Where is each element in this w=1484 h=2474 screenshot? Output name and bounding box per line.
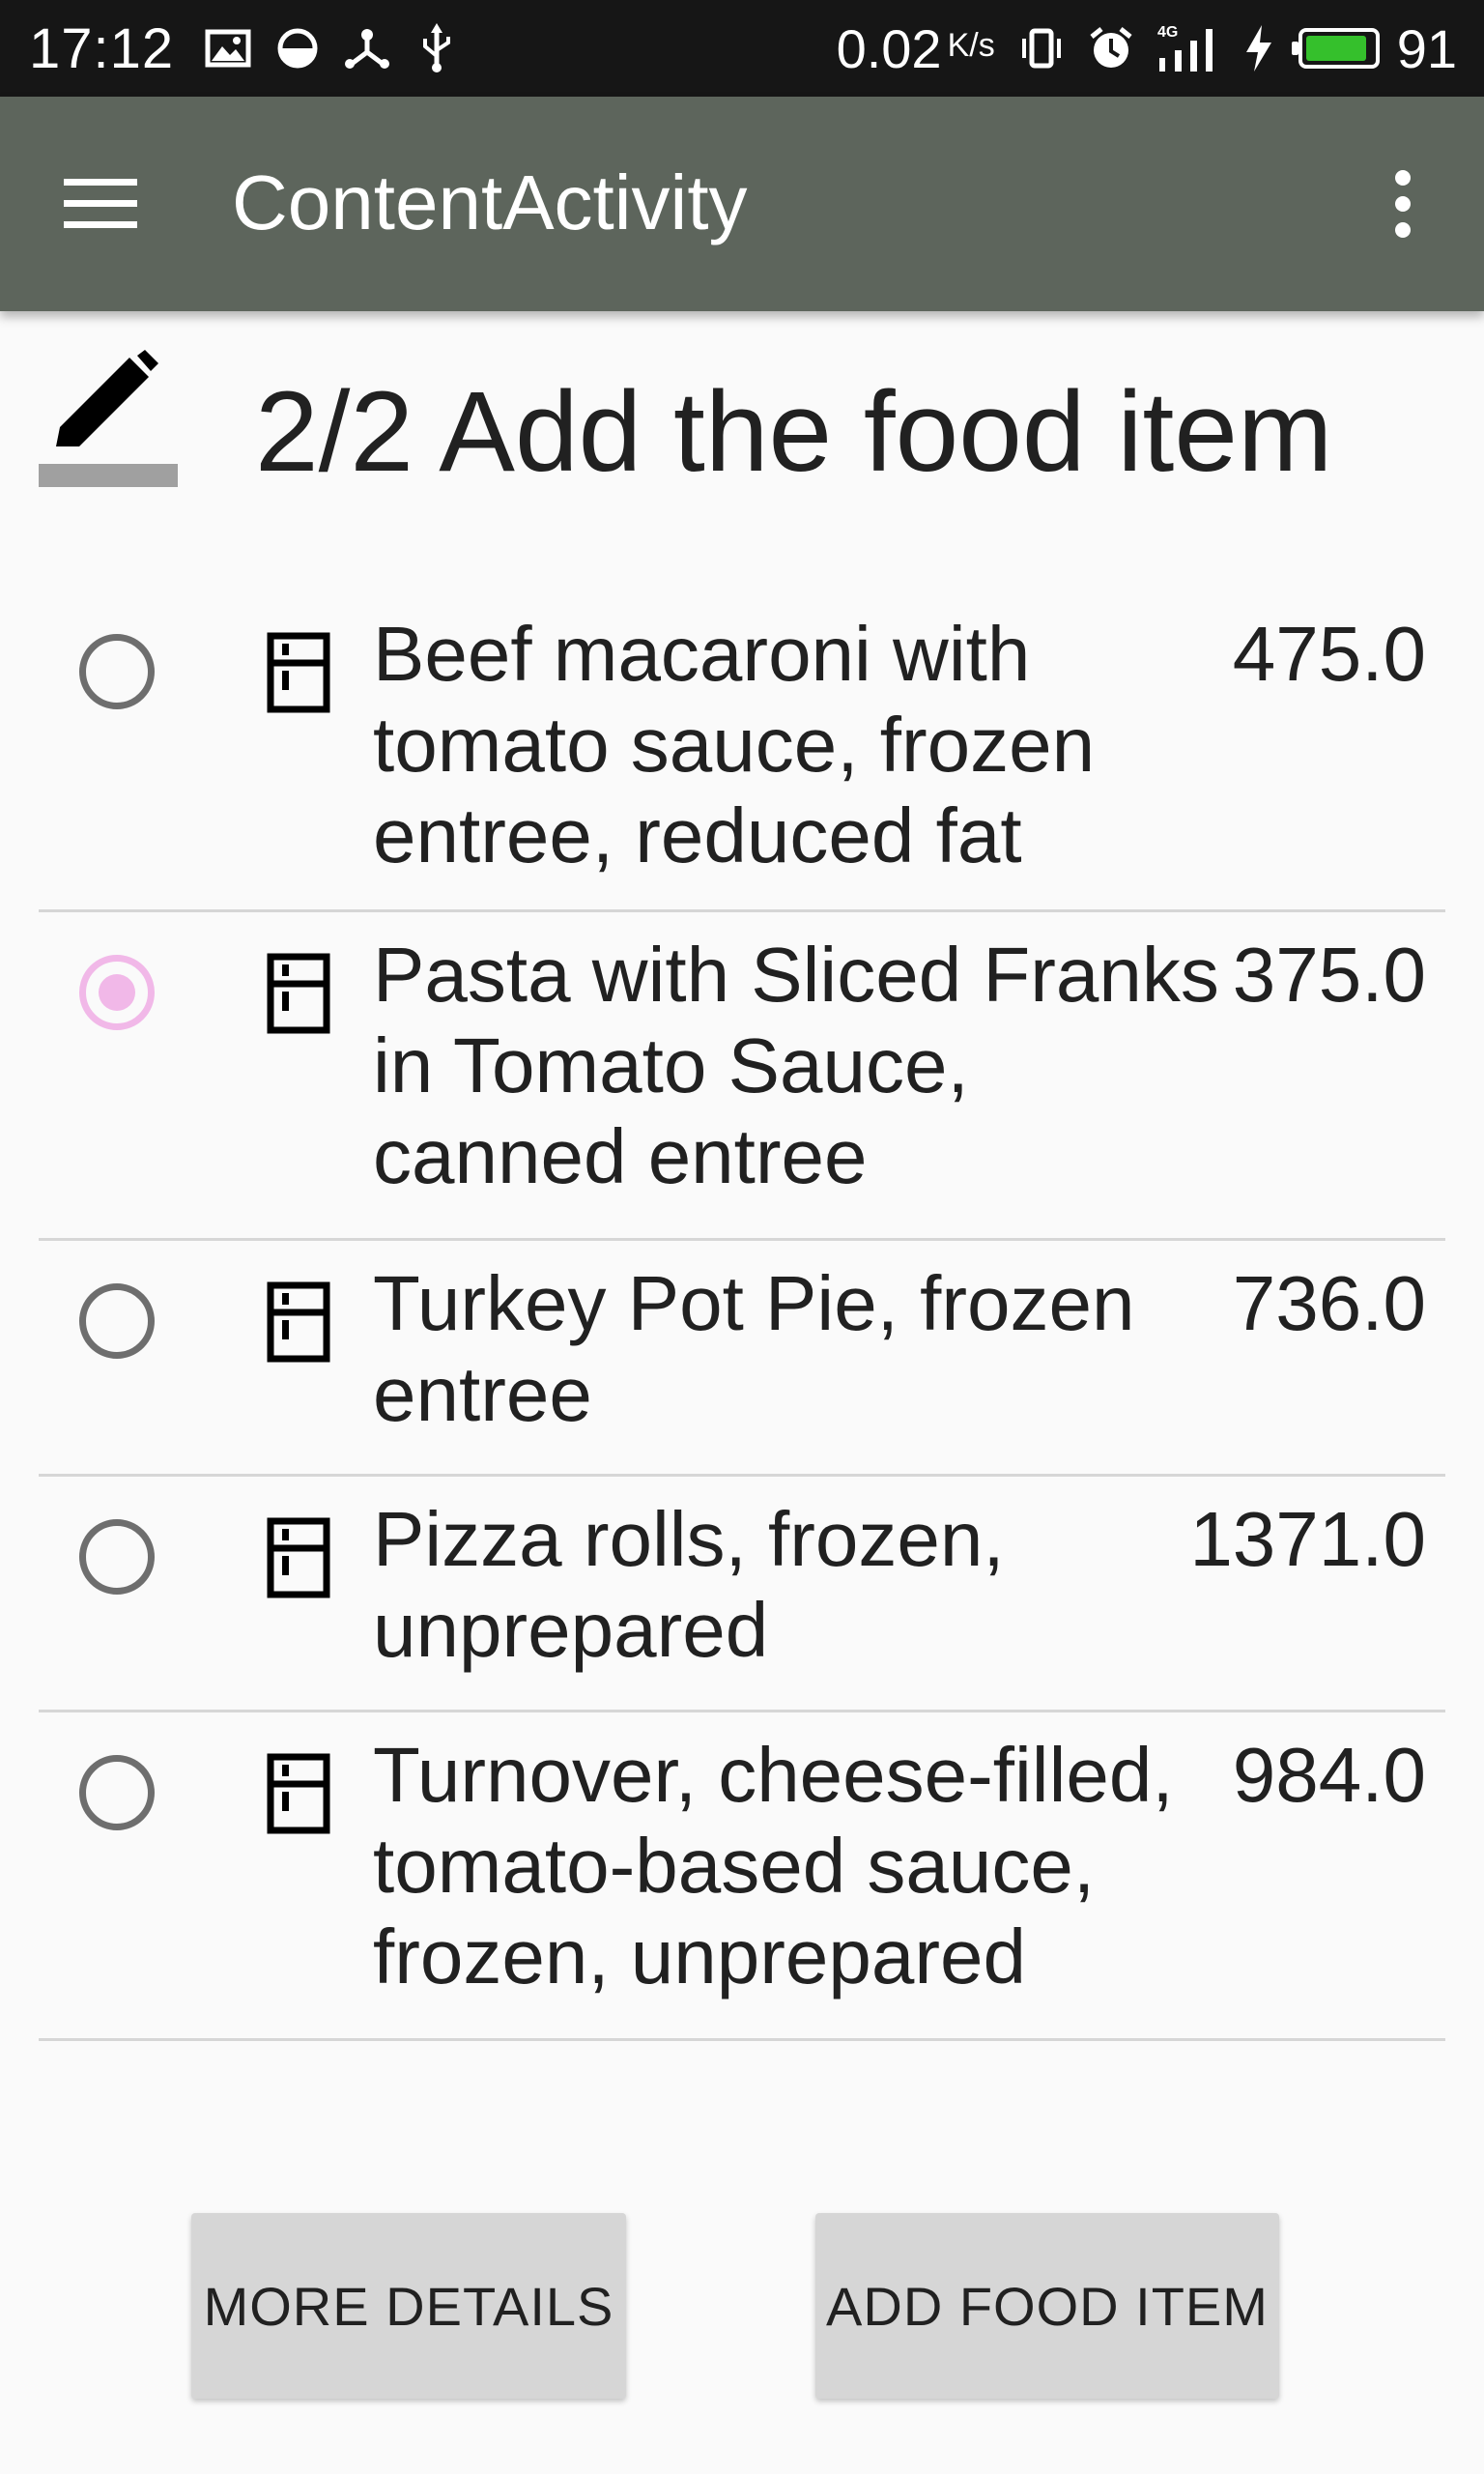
- food-list-item[interactable]: Turkey Pot Pie, frozen entree 736.0: [39, 1241, 1445, 1477]
- food-item-value: 736.0: [1232, 1260, 1426, 1346]
- radio-button[interactable]: [79, 1283, 155, 1359]
- food-list-item[interactable]: Pasta with Sliced Franks in Tomato Sauce…: [39, 912, 1445, 1241]
- signal-icon: 4G: [1154, 21, 1227, 75]
- radio-button-selected[interactable]: [79, 955, 155, 1030]
- more-vert-icon[interactable]: [1349, 150, 1457, 258]
- food-list: Beef macaroni with tomato sauce, frozen …: [39, 591, 1445, 2041]
- app-toolbar: ContentActivity: [0, 97, 1484, 311]
- fridge-icon: [267, 1517, 330, 1598]
- food-list-item[interactable]: Turnover, cheese-filled, tomato-based sa…: [39, 1712, 1445, 2041]
- battery-fill: [1305, 36, 1366, 61]
- food-item-name: Beef macaroni with tomato sauce, frozen …: [373, 611, 1096, 878]
- page-title: 2/2 Add the food item: [255, 368, 1333, 496]
- alarm-icon: [1084, 21, 1138, 75]
- vibrate-icon: [1014, 21, 1069, 75]
- status-bar: 17:12 0.02 K/s 4G 91: [0, 0, 1484, 97]
- food-item-value: 475.0: [1232, 611, 1426, 697]
- food-item-name: Turkey Pot Pie, frozen entree: [373, 1260, 1135, 1437]
- battery-percent: 91: [1396, 17, 1457, 79]
- food-list-item[interactable]: Pizza rolls, frozen, unprepared 1371.0: [39, 1477, 1445, 1712]
- charging-icon: [1242, 21, 1275, 75]
- fridge-icon: [267, 1281, 330, 1363]
- page-header: 2/2 Add the food item: [0, 311, 1484, 504]
- food-item-value: 984.0: [1232, 1732, 1426, 1818]
- food-item-name: Pizza rolls, frozen, unprepared: [373, 1496, 1005, 1673]
- food-item-value: 375.0: [1232, 932, 1426, 1018]
- usb-icon: [410, 21, 464, 75]
- fridge-icon: [267, 1753, 330, 1834]
- image-icon: [201, 21, 255, 75]
- usb-share-icon: [340, 21, 394, 75]
- toolbar-title: ContentActivity: [232, 159, 748, 245]
- food-list-item[interactable]: Beef macaroni with tomato sauce, frozen …: [39, 591, 1445, 912]
- battery-icon: [1291, 28, 1380, 69]
- status-time: 17:12: [29, 16, 175, 80]
- food-item-value: 1371.0: [1189, 1496, 1426, 1582]
- radio-button[interactable]: [79, 634, 155, 709]
- status-right: 0.02 K/s 4G 91: [837, 0, 1457, 97]
- status-left: 17:12: [29, 0, 479, 97]
- food-item-name: Turnover, cheese-filled, tomato-based sa…: [373, 1732, 1174, 1999]
- sync-icon: [271, 21, 325, 75]
- hamburger-menu-icon[interactable]: [46, 150, 155, 258]
- network-type-label: 4G: [1157, 24, 1178, 41]
- food-item-name: Pasta with Sliced Franks in Tomato Sauce…: [373, 932, 1219, 1199]
- fridge-icon: [267, 953, 330, 1034]
- edit-icon: [37, 346, 180, 489]
- network-speed-unit: K/s: [947, 26, 995, 64]
- radio-button[interactable]: [79, 1519, 155, 1595]
- more-details-button[interactable]: MORE DETAILS: [191, 2213, 626, 2399]
- fridge-icon: [267, 632, 330, 713]
- add-food-item-button[interactable]: ADD FOOD ITEM: [815, 2213, 1279, 2399]
- radio-button[interactable]: [79, 1755, 155, 1830]
- network-speed: 0.02: [836, 17, 942, 79]
